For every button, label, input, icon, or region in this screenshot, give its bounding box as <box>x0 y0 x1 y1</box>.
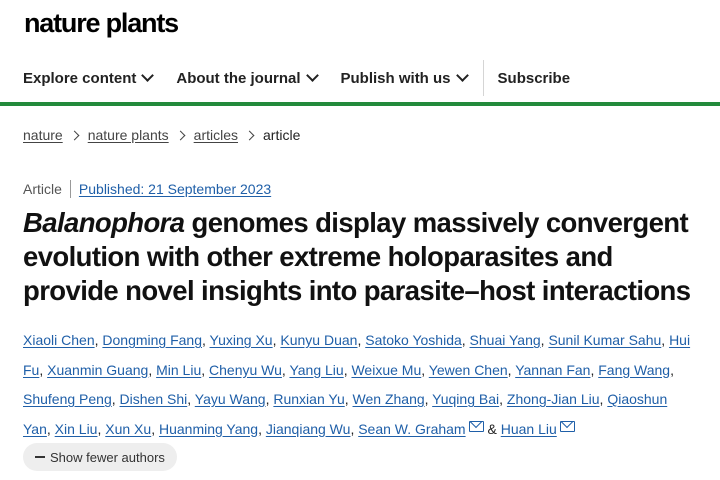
nav-about-journal[interactable]: About the journal <box>176 68 319 87</box>
breadcrumb: nature nature plants articles article <box>23 127 300 143</box>
chevron-right-icon <box>69 130 80 140</box>
author-link[interactable]: Xin Liu <box>55 421 98 437</box>
author-link[interactable]: Huan Liu <box>501 421 557 437</box>
author-conjunction: & <box>487 420 497 437</box>
article-title: Balanophora genomes display massively co… <box>23 206 703 308</box>
author-link[interactable]: Runxian Yu <box>273 391 344 407</box>
accent-bar <box>0 102 720 106</box>
article-type: Article <box>23 181 62 197</box>
nav-item-label: Publish with us <box>340 69 451 87</box>
author-link[interactable]: Xuanmin Guang <box>47 362 148 378</box>
author-link[interactable]: Zhong-Jian Liu <box>507 391 600 407</box>
author-link[interactable]: Shuai Yang <box>470 332 541 348</box>
author-link[interactable]: Shufeng Peng <box>23 391 112 407</box>
author-link[interactable]: Jianqiang Wu <box>266 421 351 437</box>
author-link[interactable]: Yayu Wang <box>195 391 266 407</box>
show-fewer-authors-button[interactable]: Show fewer authors <box>23 443 177 471</box>
author-link[interactable]: Min Liu <box>156 362 201 378</box>
author-link[interactable]: Chenyu Wu <box>209 362 282 378</box>
minus-icon <box>35 456 45 458</box>
chevron-down-icon <box>455 68 469 82</box>
author-link[interactable]: Yuqing Bai <box>432 391 499 407</box>
subscribe-link[interactable]: Subscribe <box>498 70 571 87</box>
meta-divider <box>69 180 71 198</box>
envelope-icon[interactable] <box>559 420 575 432</box>
nav-explore-content[interactable]: Explore content <box>23 68 155 87</box>
main-nav: Explore content About the journal Publis… <box>0 58 720 98</box>
author-link[interactable]: Xun Xu <box>105 421 151 437</box>
breadcrumb-current: article <box>263 127 301 143</box>
author-link[interactable]: Weixue Mu <box>351 362 421 378</box>
title-italic: Balanophora <box>23 207 185 238</box>
breadcrumb-nature[interactable]: nature <box>23 127 63 143</box>
author-link[interactable]: Yang Liu <box>289 362 343 378</box>
nav-publish-with-us[interactable]: Publish with us <box>340 68 469 87</box>
author-link[interactable]: Wen Zhang <box>353 391 425 407</box>
envelope-icon[interactable] <box>468 420 484 432</box>
author-link[interactable]: Dishen Shi <box>120 391 188 407</box>
author-link[interactable]: Huanming Yang <box>159 421 258 437</box>
nav-divider <box>482 60 484 96</box>
author-link[interactable]: Sunil Kumar Sahu <box>548 332 661 348</box>
author-link[interactable]: Dongming Fang <box>102 332 202 348</box>
author-link[interactable]: Fang Wang <box>598 362 670 378</box>
author-link[interactable]: Yuxing Xu <box>210 332 273 348</box>
chevron-down-icon <box>141 68 155 82</box>
author-list: Xiaoli Chen, Dongming Fang, Yuxing Xu, K… <box>23 332 691 437</box>
author-link[interactable]: Yannan Fan <box>515 362 590 378</box>
nav-item-label: About the journal <box>176 69 301 87</box>
published-date[interactable]: Published: 21 September 2023 <box>79 181 271 197</box>
author-link[interactable]: Sean W. Graham <box>358 421 465 437</box>
author-link[interactable]: Satoko Yoshida <box>365 332 462 348</box>
breadcrumb-nature-plants[interactable]: nature plants <box>88 127 169 143</box>
chevron-right-icon <box>244 130 255 140</box>
nav-item-label: Explore content <box>23 69 137 87</box>
author-link[interactable]: Xiaoli Chen <box>23 332 95 348</box>
journal-logo[interactable]: nature plants <box>24 8 179 39</box>
show-fewer-label: Show fewer authors <box>50 449 165 465</box>
breadcrumb-articles[interactable]: articles <box>194 127 238 143</box>
article-meta: Article Published: 21 September 2023 <box>23 180 271 198</box>
chevron-down-icon <box>305 68 319 82</box>
chevron-right-icon <box>175 130 186 140</box>
author-link[interactable]: Kunyu Duan <box>280 332 357 348</box>
author-link[interactable]: Yewen Chen <box>429 362 508 378</box>
